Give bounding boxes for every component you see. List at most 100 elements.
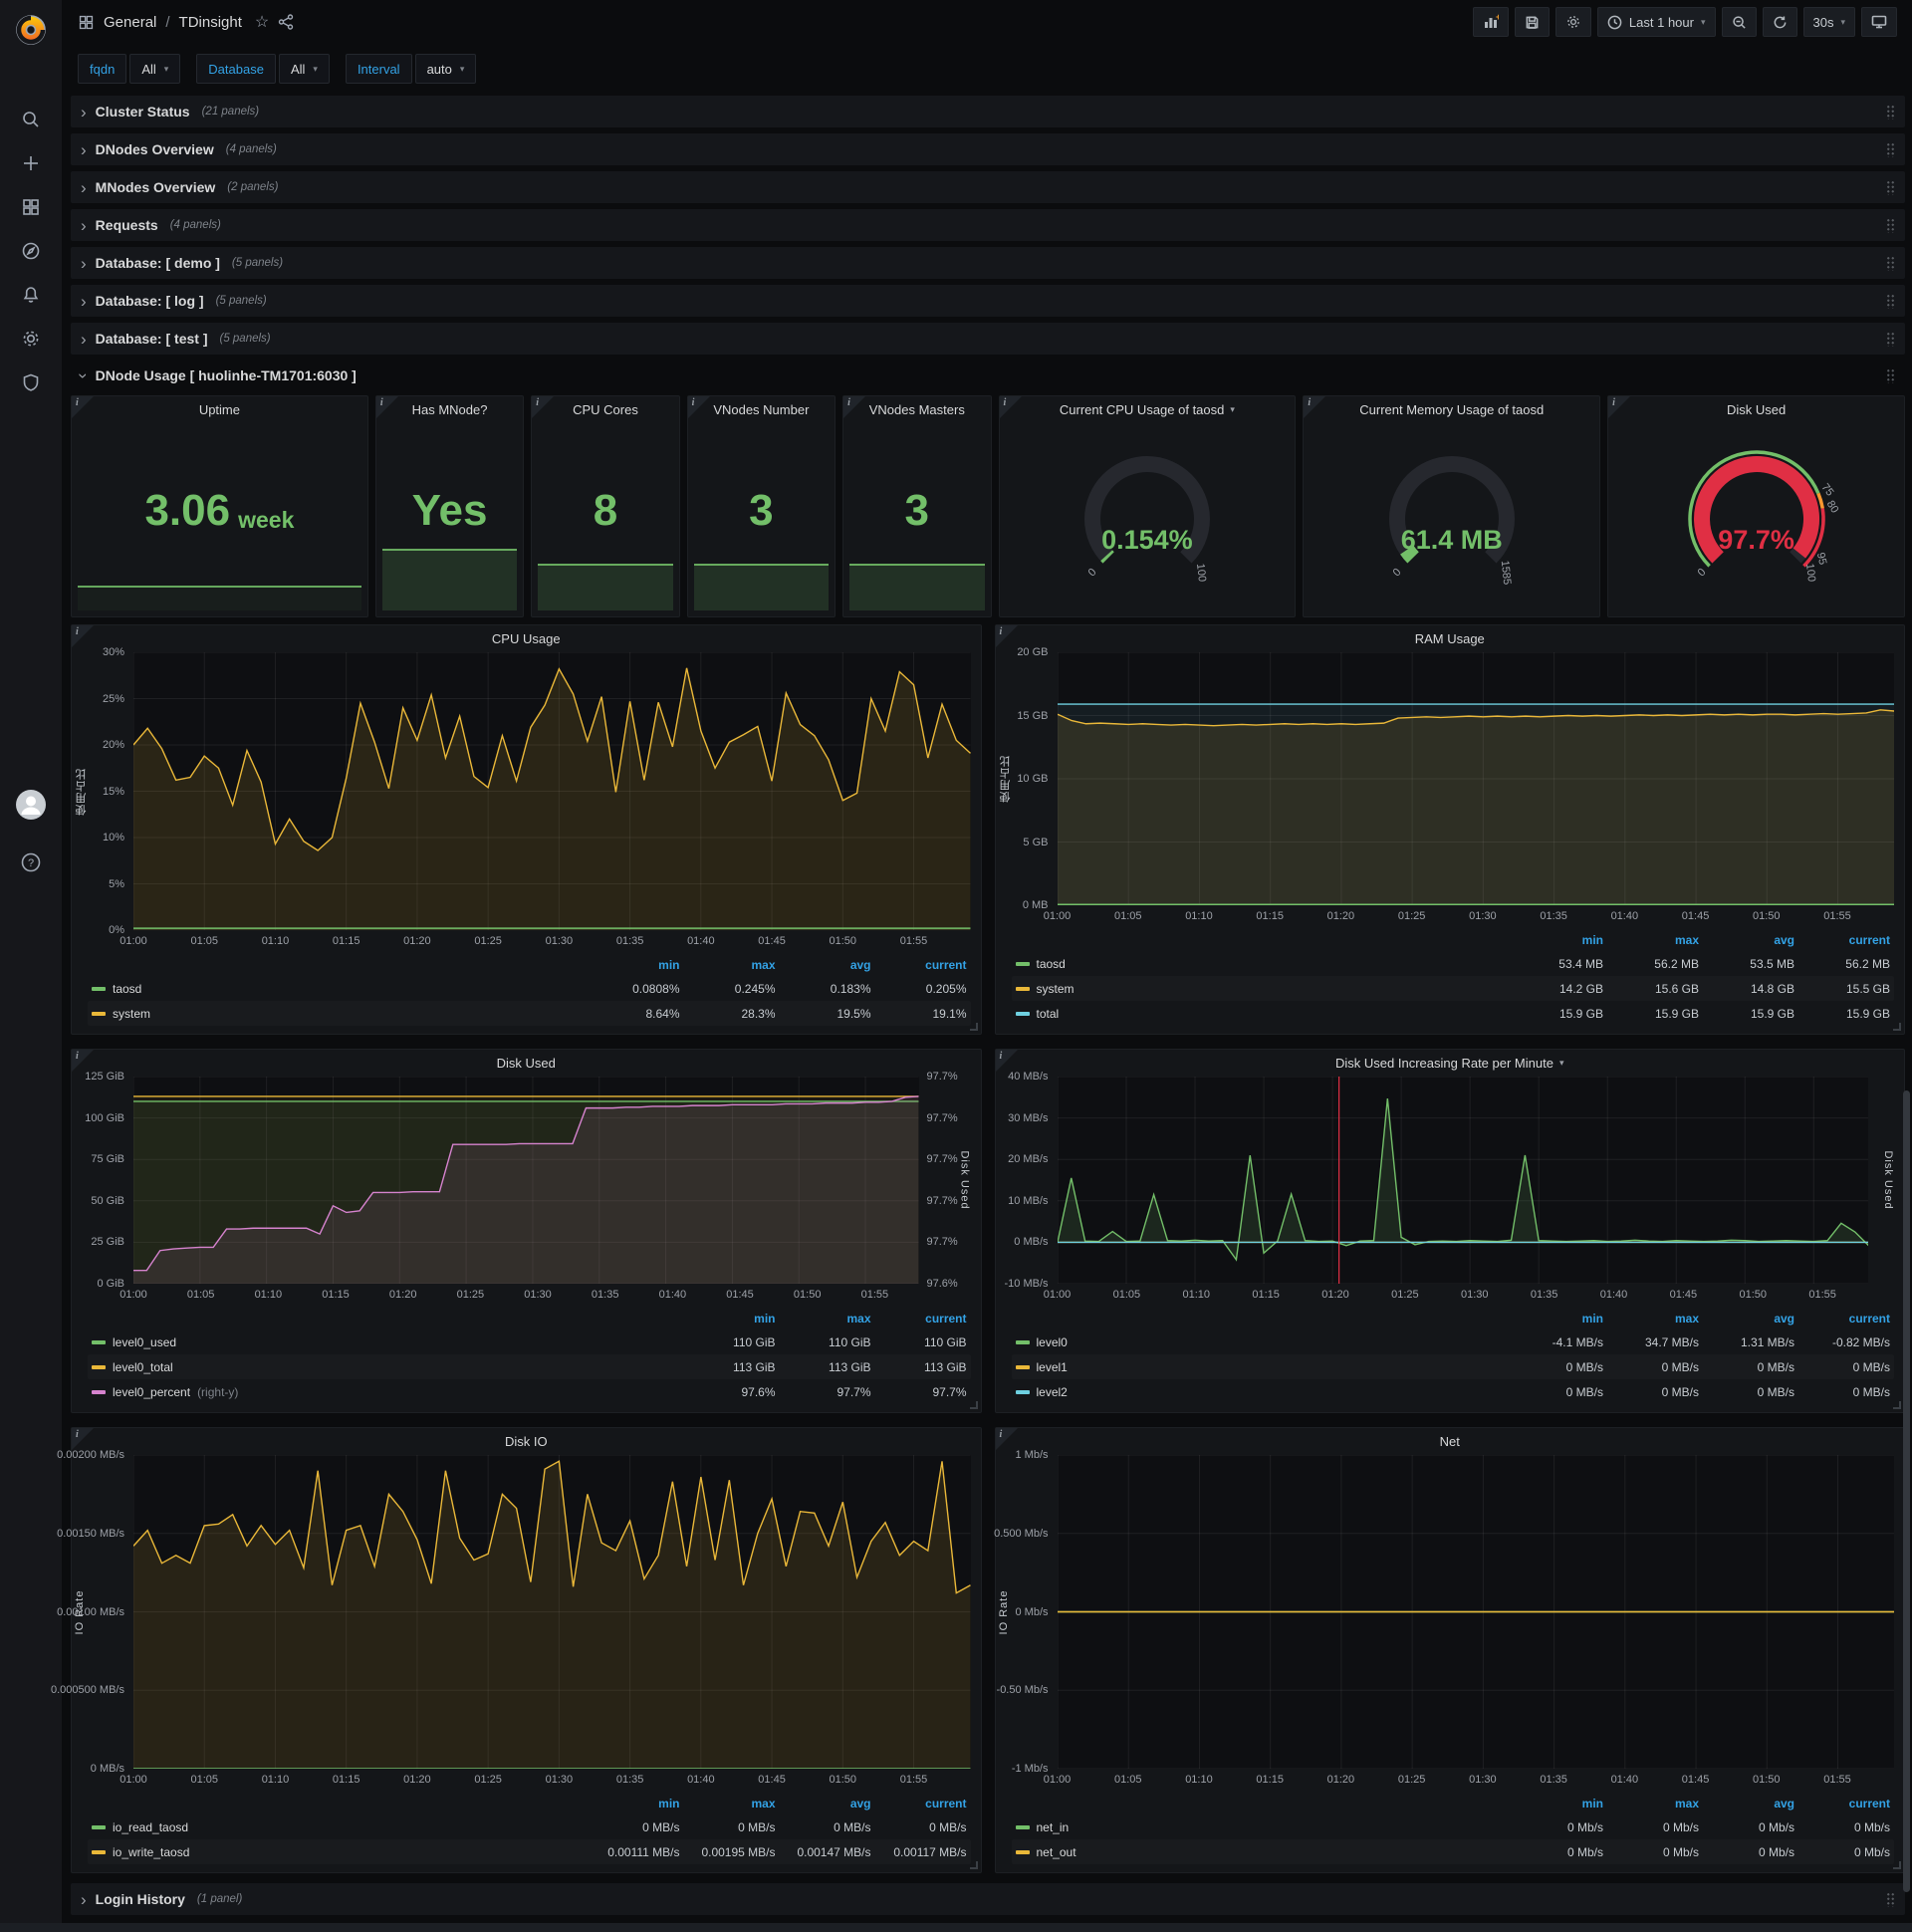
save-dashboard-button[interactable]: [1514, 7, 1550, 37]
panel-header[interactable]: Net: [996, 1428, 1905, 1455]
variable-database-select[interactable]: All ▾: [278, 54, 330, 84]
panel-header[interactable]: CPU Usage: [72, 625, 981, 652]
legend-column-header[interactable]: min: [585, 1797, 679, 1811]
panel-title[interactable]: Disk Used: [497, 1056, 556, 1071]
legend-row[interactable]: taosd 53.4 MB 56.2 MB 53.5 MB 56.2 MB: [1012, 951, 1895, 976]
grafana-logo-icon[interactable]: [9, 8, 53, 52]
panel-info-icon[interactable]: i: [72, 625, 94, 647]
refresh-interval-picker[interactable]: 30s ▾: [1802, 7, 1855, 37]
legend-column-header[interactable]: current: [871, 958, 966, 972]
breadcrumb-folder[interactable]: General: [104, 14, 156, 31]
panel-header[interactable]: Uptime: [72, 396, 367, 423]
legend-column-header[interactable]: max: [776, 1312, 870, 1326]
legend-column-header[interactable]: avg: [776, 1797, 871, 1811]
dashboard-row[interactable]: › Cluster Status (21 panels): [71, 96, 1905, 127]
panel-info-icon[interactable]: i: [843, 396, 866, 418]
variable-interval-select[interactable]: auto ▾: [414, 54, 477, 84]
variable-fqdn-select[interactable]: All ▾: [129, 54, 181, 84]
legend-row[interactable]: system 14.2 GB 15.6 GB 14.8 GB 15.5 GB: [1012, 976, 1895, 1001]
user-avatar[interactable]: [9, 783, 53, 827]
legend-column-header[interactable]: min: [1508, 1312, 1603, 1326]
legend-column-header[interactable]: max: [1603, 1312, 1699, 1326]
legend-row[interactable]: level1 0 MB/s 0 MB/s 0 MB/s 0 MB/s: [1012, 1354, 1895, 1379]
plot-area[interactable]: [1057, 1077, 1868, 1284]
legend-column-header[interactable]: min: [680, 1312, 775, 1326]
panel-info-icon[interactable]: i: [995, 1428, 1018, 1450]
legend-column-header[interactable]: max: [680, 1797, 775, 1811]
legend-column-header[interactable]: avg: [1699, 1797, 1794, 1811]
cycle-view-mode-button[interactable]: [1861, 7, 1897, 37]
drag-handle-icon[interactable]: [1886, 255, 1895, 271]
legend-column-header[interactable]: avg: [1699, 933, 1794, 947]
panel-title[interactable]: Disk Used Increasing Rate per Minute: [1335, 1056, 1554, 1071]
panel-info-icon[interactable]: i: [72, 1428, 94, 1450]
legend-column-header[interactable]: current: [1794, 933, 1890, 947]
legend-row[interactable]: level0 -4.1 MB/s 34.7 MB/s 1.31 MB/s -0.82 M…: [1012, 1329, 1895, 1354]
legend-column-header[interactable]: min: [1508, 933, 1603, 947]
panel-header[interactable]: VNodes Masters: [843, 396, 990, 423]
search-icon[interactable]: [9, 98, 53, 141]
dashboard-row-login-history[interactable]: › Login History (1 panel): [71, 1883, 1905, 1915]
panel-resize-handle[interactable]: [969, 1401, 978, 1409]
refresh-button[interactable]: [1762, 7, 1797, 37]
legend-column-header[interactable]: max: [680, 958, 775, 972]
panel-header[interactable]: Current CPU Usage of taosd ▾: [1000, 396, 1296, 423]
panel-info-icon[interactable]: i: [1304, 396, 1326, 418]
dashboard-row[interactable]: › Database: [ test ] (5 panels): [71, 323, 1905, 355]
drag-handle-icon[interactable]: [1886, 293, 1895, 309]
legend-column-header[interactable]: max: [1603, 933, 1699, 947]
legend-row[interactable]: taosd 0.0808% 0.245% 0.183% 0.205%: [88, 976, 971, 1001]
legend-column-header[interactable]: current: [871, 1797, 966, 1811]
drag-handle-icon[interactable]: [1886, 104, 1895, 120]
panel-resize-handle[interactable]: [1893, 1401, 1901, 1409]
panel-header[interactable]: Current Memory Usage of taosd: [1304, 396, 1599, 423]
legend-column-header[interactable]: current: [1794, 1797, 1890, 1811]
page-scrollbar[interactable]: [1903, 1090, 1910, 1892]
panel-header[interactable]: Disk Used: [72, 1050, 981, 1077]
panel-info-icon[interactable]: i: [995, 625, 1018, 647]
configuration-gear-icon[interactable]: [9, 317, 53, 361]
legend-column-header[interactable]: current: [871, 1312, 966, 1326]
dashboard-row[interactable]: › MNodes Overview (2 panels): [71, 171, 1905, 203]
plot-area[interactable]: [1057, 1455, 1894, 1769]
legend-column-header[interactable]: min: [585, 958, 679, 972]
add-panel-button[interactable]: +: [1472, 7, 1509, 37]
plot-area[interactable]: [133, 1077, 919, 1284]
legend-column-header[interactable]: current: [1794, 1312, 1890, 1326]
panel-header[interactable]: Disk Used Increasing Rate per Minute ▾: [996, 1050, 1905, 1077]
zoom-out-button[interactable]: [1721, 7, 1757, 37]
panel-title[interactable]: Disk IO: [505, 1434, 548, 1449]
alerting-bell-icon[interactable]: [9, 273, 53, 317]
dashboard-row[interactable]: › DNodes Overview (4 panels): [71, 133, 1905, 165]
legend-row[interactable]: system 8.64% 28.3% 19.5% 19.1%: [88, 1001, 971, 1026]
panel-info-icon[interactable]: i: [72, 1050, 94, 1072]
legend-column-header[interactable]: min: [1508, 1797, 1603, 1811]
dashboard-settings-button[interactable]: [1554, 7, 1591, 37]
panel-info-icon[interactable]: i: [1608, 396, 1631, 418]
legend-row[interactable]: level0_total 113 GiB 113 GiB 113 GiB: [88, 1354, 971, 1379]
panel-info-icon[interactable]: i: [72, 396, 94, 418]
dashboard-row-dnode-usage[interactable]: › DNode Usage [ huolinhe-TM1701:6030 ]: [71, 361, 1905, 390]
legend-row[interactable]: level2 0 MB/s 0 MB/s 0 MB/s 0 MB/s: [1012, 1379, 1895, 1404]
explore-compass-icon[interactable]: [9, 229, 53, 273]
panel-title[interactable]: Disk Used: [1727, 402, 1786, 417]
legend-row[interactable]: net_in 0 Mb/s 0 Mb/s 0 Mb/s 0 Mb/s: [1012, 1814, 1895, 1839]
panel-info-icon[interactable]: i: [532, 396, 555, 418]
legend-row[interactable]: io_write_taosd 0.00111 MB/s 0.00195 MB/s 0.…: [88, 1839, 971, 1864]
drag-handle-icon[interactable]: [1886, 331, 1895, 347]
dashboards-icon[interactable]: [9, 185, 53, 229]
legend-column-header[interactable]: avg: [776, 958, 871, 972]
panel-title[interactable]: Current Memory Usage of taosd: [1359, 402, 1544, 417]
legend-row[interactable]: level0_percent (right-y) 97.6% 97.7% 97.7%: [88, 1379, 971, 1404]
share-icon[interactable]: [278, 14, 294, 30]
plot-area[interactable]: [133, 652, 971, 930]
legend-column-header[interactable]: max: [1603, 1797, 1699, 1811]
server-admin-shield-icon[interactable]: [9, 361, 53, 404]
dashboard-row[interactable]: › Requests (4 panels): [71, 209, 1905, 241]
panel-title[interactable]: RAM Usage: [1415, 631, 1485, 646]
drag-handle-icon[interactable]: [1886, 179, 1895, 195]
panel-title[interactable]: CPU Usage: [492, 631, 561, 646]
drag-handle-icon[interactable]: [1886, 1891, 1895, 1907]
panel-title[interactable]: Current CPU Usage of taosd: [1060, 402, 1224, 417]
legend-row[interactable]: io_read_taosd 0 MB/s 0 MB/s 0 MB/s 0 MB/s: [88, 1814, 971, 1839]
